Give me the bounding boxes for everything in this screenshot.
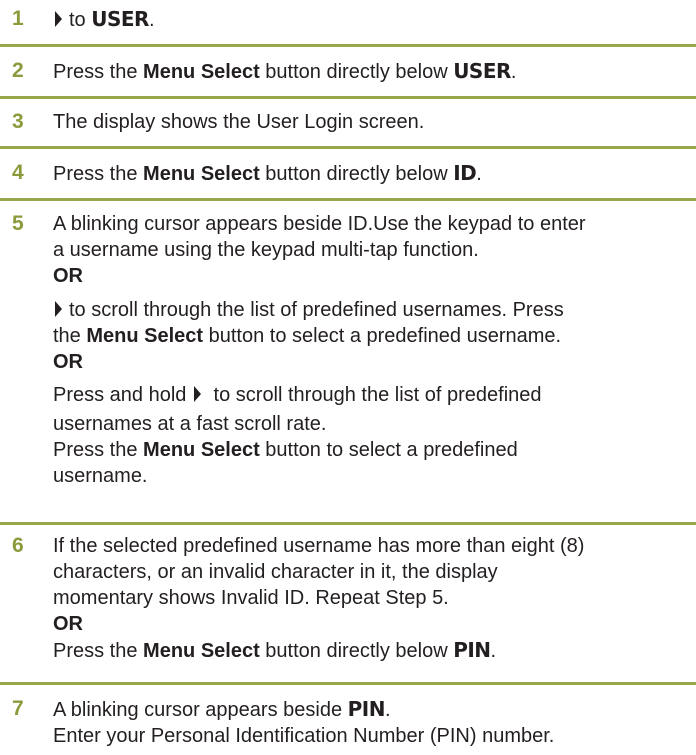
step-number: 3 — [12, 110, 24, 133]
display-text: USER — [453, 59, 511, 83]
display-text: PIN — [347, 697, 386, 721]
right-arrow-icon — [55, 301, 62, 317]
step-text: If the selected predefined username has … — [53, 535, 585, 662]
right-arrow-icon — [193, 386, 201, 402]
step-number: 5 — [12, 212, 24, 235]
step-text: The display shows the User Login screen. — [53, 111, 425, 133]
divider — [0, 44, 696, 47]
step-text: to USER. — [53, 6, 686, 33]
divider — [0, 146, 696, 149]
right-arrow-icon — [55, 11, 62, 27]
display-text: PIN — [453, 638, 491, 662]
step-text: Press the Menu Select button directly be… — [53, 161, 482, 185]
step-number: 1 — [12, 7, 24, 30]
step-text: A blinking cursor appears beside ID.Use … — [53, 213, 586, 487]
divider — [0, 96, 696, 99]
step-number: 4 — [12, 161, 24, 184]
step-number: 6 — [12, 534, 24, 557]
step-number: 2 — [12, 59, 24, 82]
step-number: 7 — [12, 697, 24, 720]
divider — [0, 682, 696, 685]
display-text: ID — [453, 161, 477, 185]
step-text: A blinking cursor appears beside PIN. En… — [53, 697, 555, 747]
divider — [0, 522, 696, 525]
display-text: USER — [91, 7, 149, 31]
divider — [0, 198, 696, 201]
step-text: Press the Menu Select button directly be… — [53, 59, 517, 83]
